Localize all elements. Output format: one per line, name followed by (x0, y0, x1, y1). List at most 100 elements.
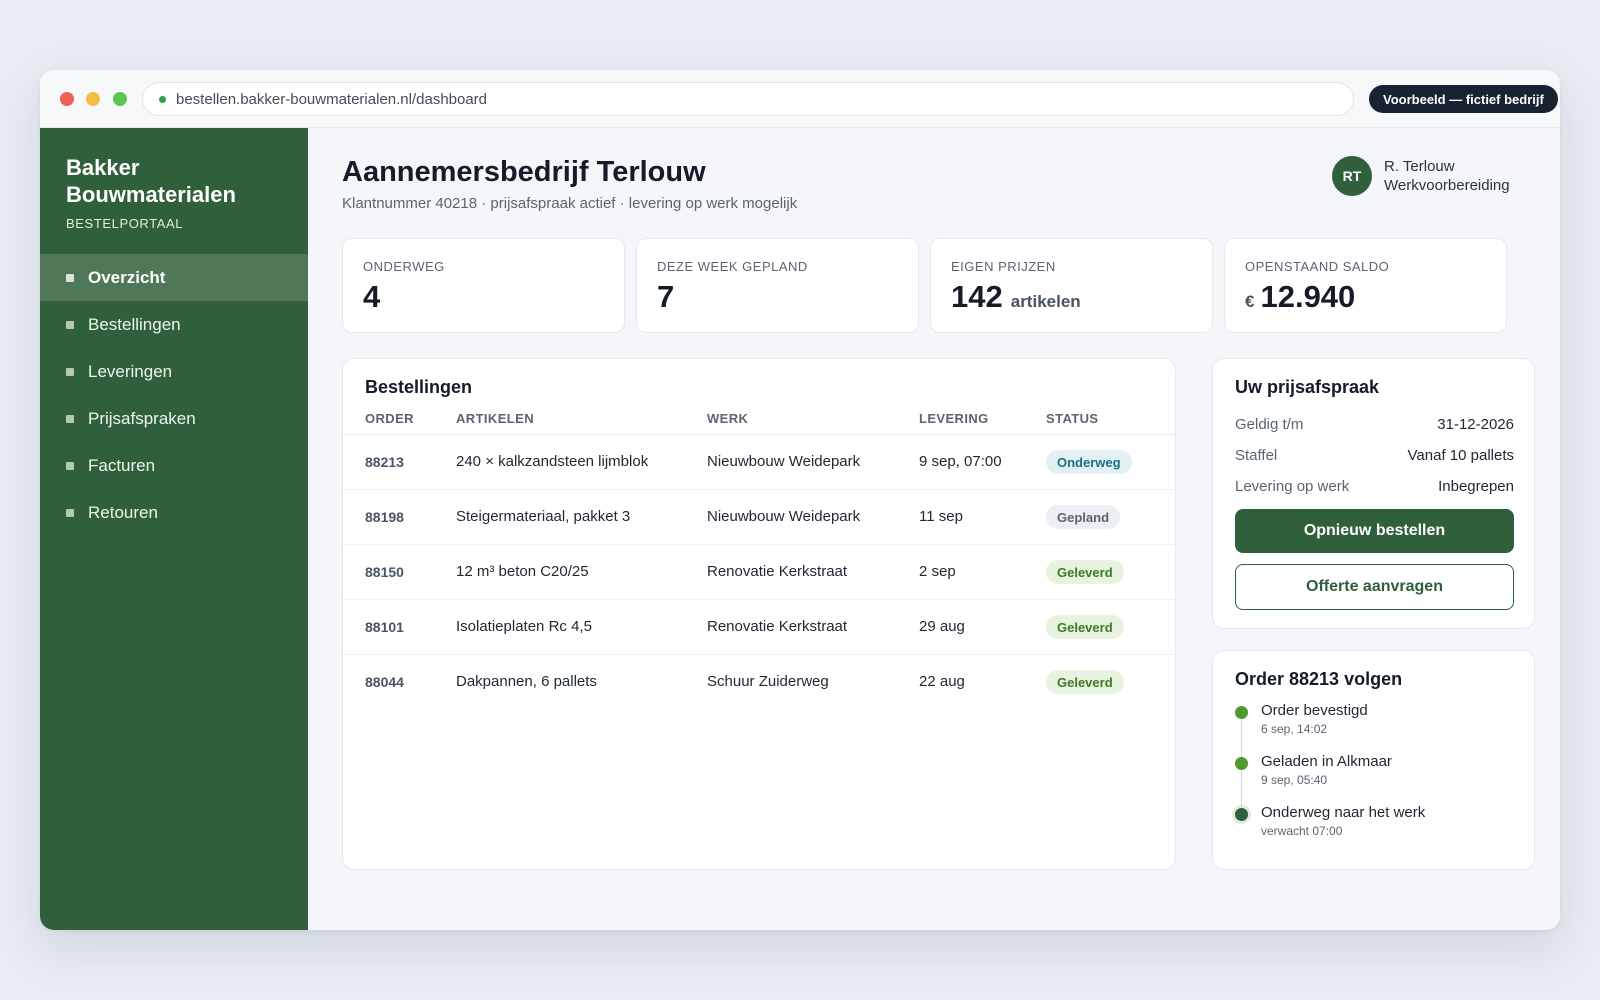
stat-label: ONDERWEG (363, 259, 445, 274)
timeline-step: Geladen in Alkmaar 9 sep, 05:40 (1235, 752, 1525, 803)
order-site: Renovatie Kerkstraat (707, 618, 848, 635)
order-delivery: 29 aug (919, 618, 965, 635)
stat-number: 142 (951, 279, 1003, 314)
stat-card-eigen-prijzen: EIGEN PRIJZEN 142 artikelen (930, 238, 1213, 333)
price-agreement-title: Uw prijsafspraak (1235, 377, 1380, 397)
order-delivery: 22 aug (919, 673, 965, 690)
stat-card-gepland: DEZE WEEK GEPLAND 7 (636, 238, 919, 333)
price-row-staffel: Staffel Vanaf 10 pallets (1235, 447, 1514, 464)
step-time: verwacht 07:00 (1261, 824, 1343, 838)
price-row-key: Geldig t/m (1235, 416, 1304, 433)
sidebar-item-label: Retouren (88, 502, 158, 522)
order-delivery: 2 sep (919, 563, 956, 580)
user-name: R. Terlouw (1384, 158, 1455, 175)
orders-card: Bestellingen ORDER ARTIKELEN WERK LEVERI… (342, 358, 1176, 870)
sidebar-item-facturen[interactable]: Facturen (40, 442, 308, 489)
sidebar-item-label: Prijsafspraken (88, 408, 196, 428)
order-tracking-card: Order 88213 volgen Order bevestigd 6 sep… (1212, 650, 1535, 870)
sidebar-item-leveringen[interactable]: Leveringen (40, 348, 308, 395)
page-title: Aannemersbedrijf Terlouw (342, 156, 706, 188)
user-menu[interactable]: RT R. Terlouw Werkvoorbereiding (1332, 156, 1510, 196)
order-site: Nieuwbouw Weidepark (707, 453, 861, 470)
price-row-value: Inbegrepen (1438, 478, 1514, 495)
browser-window: bestellen.bakker-bouwmaterialen.nl/dashb… (40, 70, 1560, 930)
brand: Bakker Bouwmaterialen BESTELPORTAAL (66, 154, 296, 231)
column-header-order[interactable]: ORDER (365, 411, 414, 426)
tracking-title: Order 88213 volgen (1235, 669, 1403, 689)
secure-indicator-icon (159, 95, 166, 103)
timeline-step: Onderweg naar het werk verwacht 07:00 (1235, 803, 1525, 854)
table-row[interactable]: 88101 Isolatieplaten Rc 4,5 Renovatie Ke… (343, 600, 1175, 655)
sidebar-item-retouren[interactable]: Retouren (40, 489, 308, 536)
orders-title: Bestellingen (365, 377, 473, 397)
bullet-icon (66, 414, 74, 423)
main-content: Aannemersbedrijf Terlouw Klantnummer 402… (308, 128, 1560, 930)
sidebar-nav: Overzicht Bestellingen Leveringen Prijsa… (40, 254, 308, 536)
order-number-link[interactable]: 88198 (365, 509, 404, 525)
sidebar-item-overzicht[interactable]: Overzicht (40, 254, 308, 301)
stat-number: 4 (363, 279, 381, 314)
order-site: Nieuwbouw Weidepark (707, 508, 861, 525)
browser-chrome: bestellen.bakker-bouwmaterialen.nl/dashb… (40, 70, 1560, 128)
order-articles: Dakpannen, 6 pallets (456, 673, 597, 690)
status-badge: Geleverd (1046, 560, 1124, 584)
status-badge: Gepland (1046, 505, 1121, 529)
table-row[interactable]: 88044 Dakpannen, 6 pallets Schuur Zuider… (343, 655, 1175, 710)
bullet-icon (66, 320, 74, 329)
step-time: 6 sep, 14:02 (1261, 722, 1328, 736)
brand-name: Bakker Bouwmaterialen (66, 155, 236, 207)
tracking-timeline: Order bevestigd 6 sep, 14:02 Geladen in … (1235, 701, 1525, 854)
url-text: bestellen.bakker-bouwmaterialen.nl/dashb… (176, 90, 488, 108)
order-site: Schuur Zuiderweg (707, 673, 829, 690)
sidebar-item-label: Overzicht (88, 267, 166, 287)
sidebar-item-label: Bestellingen (88, 314, 181, 334)
price-row-key: Staffel (1235, 447, 1278, 464)
stat-number: 12.940 (1260, 279, 1356, 314)
maximize-window-dot[interactable] (113, 92, 127, 106)
column-header-status[interactable]: STATUS (1046, 411, 1098, 426)
request-quote-button[interactable]: Offerte aanvragen (1235, 564, 1514, 610)
stat-card-onderweg: ONDERWEG 4 (342, 238, 625, 333)
stat-value: 4 (363, 279, 380, 315)
timeline-step: Order bevestigd 6 sep, 14:02 (1235, 701, 1525, 752)
order-articles: Steigermateriaal, pakket 3 (456, 508, 631, 525)
column-header-artikelen[interactable]: ARTIKELEN (456, 411, 534, 426)
column-header-levering[interactable]: LEVERING (919, 411, 989, 426)
order-number-link[interactable]: 88213 (365, 454, 404, 470)
close-window-dot[interactable] (60, 92, 74, 106)
table-row[interactable]: 88213 240 × kalkzandsteen lijmblok Nieuw… (343, 435, 1175, 490)
currency-symbol: € (1245, 292, 1255, 311)
stat-unit: artikelen (1010, 292, 1081, 311)
page-subtitle: Klantnummer 40218 · prijsafspraak actief… (342, 195, 798, 212)
price-row-value: 31-12-2026 (1437, 416, 1514, 433)
stat-number: 7 (657, 279, 675, 314)
table-row[interactable]: 88150 12 m³ beton C20/25 Renovatie Kerks… (343, 545, 1175, 600)
bullet-icon (66, 273, 74, 282)
column-header-werk[interactable]: WERK (707, 411, 748, 426)
order-delivery: 11 sep (919, 508, 963, 525)
address-bar[interactable]: bestellen.bakker-bouwmaterialen.nl/dashb… (142, 82, 1354, 116)
bullet-icon (66, 367, 74, 376)
sidebar: Bakker Bouwmaterialen BESTELPORTAAL Over… (40, 128, 308, 930)
sidebar-item-label: Facturen (88, 455, 156, 475)
sidebar-item-bestellingen[interactable]: Bestellingen (40, 301, 308, 348)
stat-value: 7 (657, 279, 674, 315)
status-badge: Geleverd (1046, 670, 1124, 694)
status-badge: Onderweg (1046, 450, 1132, 474)
user-role: Werkvoorbereiding (1384, 177, 1510, 194)
order-number-link[interactable]: 88101 (365, 619, 404, 635)
table-row[interactable]: 88198 Steigermateriaal, pakket 3 Nieuwbo… (343, 490, 1175, 545)
order-number-link[interactable]: 88150 (365, 564, 404, 580)
sidebar-item-prijsafspraken[interactable]: Prijsafspraken (40, 395, 308, 442)
sidebar-item-label: Leveringen (88, 361, 173, 381)
status-badge: Geleverd (1046, 615, 1124, 639)
avatar: RT (1332, 156, 1372, 196)
stat-label: OPENSTAAND SALDO (1245, 259, 1390, 274)
brand-subtitle: BESTELPORTAAL (66, 216, 184, 231)
table-header: ORDER ARTIKELEN WERK LEVERING STATUS (343, 409, 1175, 435)
order-number-link[interactable]: 88044 (365, 674, 404, 690)
order-site: Renovatie Kerkstraat (707, 563, 848, 580)
step-title: Order bevestigd (1261, 702, 1368, 719)
minimize-window-dot[interactable] (86, 92, 100, 106)
reorder-button[interactable]: Opnieuw bestellen (1235, 509, 1514, 553)
